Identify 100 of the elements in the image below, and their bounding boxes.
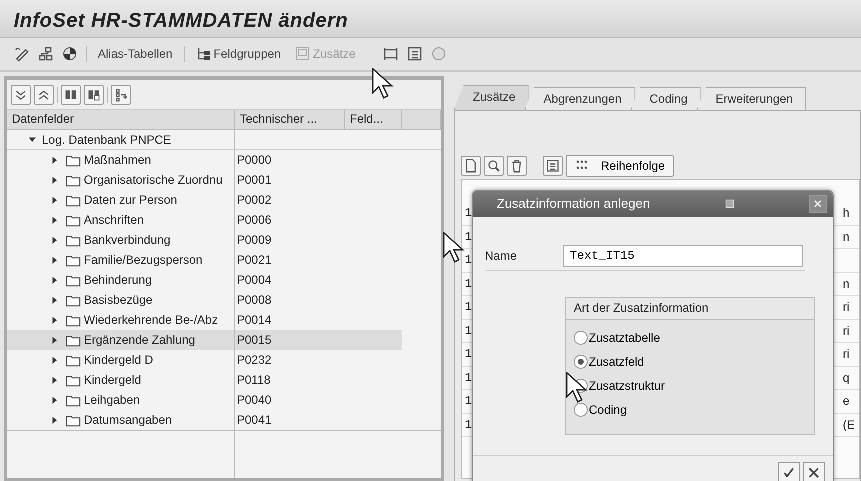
binoculars-icon <box>64 88 78 102</box>
dialog-title: Zusatzinformation anlegen <box>497 195 650 214</box>
table-cell: P0021 <box>237 253 272 267</box>
expander-icon[interactable] <box>51 396 58 404</box>
new-document-icon <box>464 159 478 173</box>
ok-button[interactable] <box>778 462 800 481</box>
expander-icon[interactable] <box>51 176 58 184</box>
table-cell: P0004 <box>237 273 272 287</box>
tree-node[interactable]: Behinderung <box>84 270 152 290</box>
expander-icon[interactable] <box>51 256 58 264</box>
table-cell-text: 1 <box>464 393 474 410</box>
toolbar-button[interactable] <box>543 156 563 176</box>
tree-node[interactable]: Leihgaben <box>84 390 140 410</box>
toolbar-button[interactable] <box>11 84 31 104</box>
expander-icon[interactable] <box>51 336 58 344</box>
toolbar-button[interactable] <box>461 156 481 176</box>
table-cell-text: ri <box>843 346 851 363</box>
tree-node[interactable]: Basisbezüge <box>84 290 153 310</box>
tree-node[interactable]: Daten zur Person <box>84 190 178 210</box>
expander-icon[interactable] <box>51 296 58 304</box>
tab[interactable]: Erweiterungen <box>696 87 806 110</box>
table-cell-text: q <box>843 370 851 386</box>
expander-icon[interactable] <box>51 316 58 324</box>
table-cell: P0015 <box>237 333 272 347</box>
toolbar-button[interactable] <box>484 156 504 176</box>
table-cell-text: 1 <box>464 276 474 292</box>
table-cell-text: 1 <box>464 228 474 246</box>
table-cell: P0009 <box>237 233 272 247</box>
radio-option[interactable]: Zusatztabelle <box>568 326 666 350</box>
header-cell <box>402 110 441 130</box>
table-cell-text: n <box>843 228 851 246</box>
tree-node[interactable]: Kindergeld D <box>84 350 154 370</box>
table-cell: P0118 <box>237 373 271 387</box>
tab[interactable]: Zusätze <box>454 85 529 110</box>
trash-icon <box>510 159 524 173</box>
close-icon <box>812 198 824 210</box>
toolbar-button[interactable] <box>61 84 81 104</box>
table-cell: P0014 <box>237 313 272 327</box>
tree-node[interactable]: Bankverbindung <box>84 230 171 250</box>
expander-icon[interactable] <box>51 196 58 204</box>
toolbar-button[interactable] <box>84 84 104 104</box>
order-button[interactable]: Reihenfolge <box>566 155 674 177</box>
field-groups-icon <box>196 46 212 62</box>
radio-option[interactable]: Zusatzfeld <box>568 350 650 374</box>
expander-icon[interactable] <box>51 236 58 244</box>
pointer-icon <box>566 372 588 404</box>
window-title: InfoSet HR-STAMMDATEN ändern <box>14 10 348 32</box>
name-field[interactable]: Text_IT15 <box>563 245 804 267</box>
table-cell-text: ri <box>843 322 851 340</box>
table-cell-text: 1 <box>464 299 474 316</box>
expander-icon[interactable] <box>51 276 58 284</box>
expander-icon[interactable] <box>51 216 58 224</box>
table-cell: P0000 <box>237 153 272 167</box>
toolbar-button[interactable] <box>34 84 54 104</box>
table-cell-text: e <box>843 393 851 410</box>
group-title: Art der Zusatzinformation <box>566 298 814 320</box>
table-cell: P0008 <box>237 293 272 307</box>
table-cell-text: 1 <box>464 322 474 340</box>
cancel-button[interactable] <box>803 462 825 481</box>
tree-node[interactable]: Log. Datenbank PNPCE <box>42 130 172 150</box>
table-cell-text: 1 <box>464 252 474 269</box>
table-cell-text: 1 <box>464 346 474 363</box>
toolbar-button[interactable]: Feldgruppen <box>192 45 284 63</box>
table-cell: P0041 <box>237 413 272 427</box>
frame-icon <box>382 46 399 62</box>
name-label: Name <box>485 248 518 265</box>
add-on-icon <box>295 46 312 62</box>
toolbar-button[interactable] <box>111 84 131 104</box>
hierarchy-icon <box>38 46 54 62</box>
pencil-icon <box>14 46 30 62</box>
column-header: Datenfelder <box>7 110 235 130</box>
tree-node[interactable]: Datumsangaben <box>84 410 172 430</box>
tree-node[interactable]: Wiederkehrende Be-/Abz <box>84 310 218 330</box>
find-next-icon <box>87 88 101 102</box>
pie-chart-icon <box>62 46 78 62</box>
tree-node[interactable]: Kindergeld <box>84 370 142 390</box>
tree-node[interactable]: Organisatorische Zuordnu <box>84 170 223 190</box>
tab[interactable]: Abgrenzungen <box>524 87 635 110</box>
toolbar-button[interactable]: Alias-Tabellen <box>95 45 176 63</box>
column-header: Feld... <box>345 110 402 130</box>
expander-icon[interactable] <box>51 356 58 364</box>
table-cell-text: 1 <box>464 205 474 222</box>
expander-icon[interactable] <box>51 416 58 424</box>
toolbar-button[interactable] <box>507 156 527 176</box>
tree-icon <box>114 88 128 102</box>
tree-node[interactable]: Maßnahmen <box>84 150 152 170</box>
cancel-icon <box>807 466 821 480</box>
tree-node[interactable]: Familie/Bezugsperson <box>84 250 203 270</box>
expander-icon[interactable] <box>51 376 58 384</box>
tree-node[interactable]: Anschriften <box>84 210 144 230</box>
window-icon <box>724 198 736 210</box>
table-cell: P0002 <box>237 193 272 207</box>
column-header: Technischer ... <box>235 110 345 130</box>
close-button[interactable] <box>808 195 827 213</box>
tab[interactable]: Coding <box>630 87 701 110</box>
expander-icon[interactable] <box>29 136 36 143</box>
table-cell: P0006 <box>237 213 272 227</box>
table-cell-text: h <box>843 205 851 222</box>
expander-icon[interactable] <box>51 156 58 164</box>
list-icon <box>406 46 423 62</box>
